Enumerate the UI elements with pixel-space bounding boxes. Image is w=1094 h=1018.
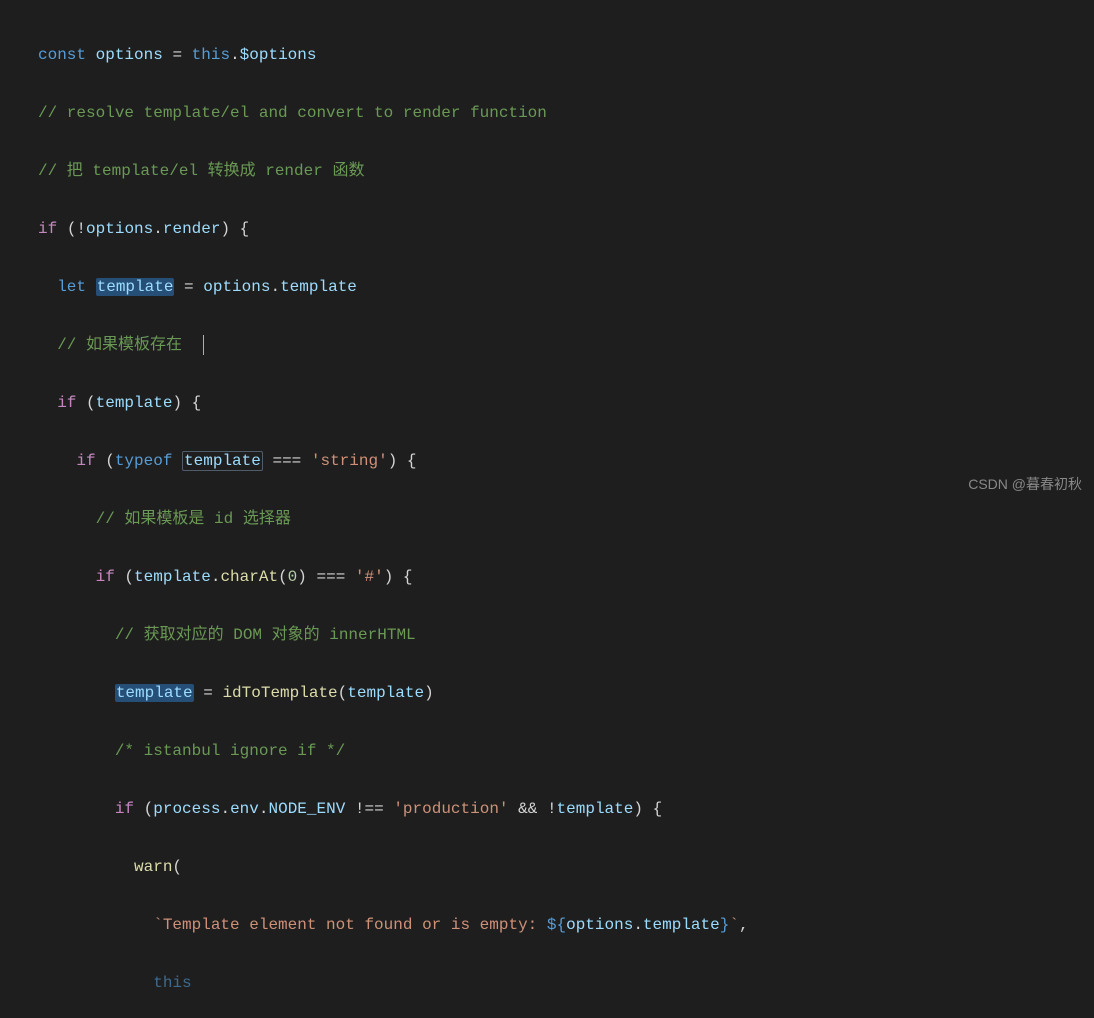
code-line: let template = options.template [38,273,1094,302]
code-line: /* istanbul ignore if */ [38,737,1094,766]
template-string: `Template element not found or is empty: [153,916,547,934]
string-literal: 'production' [393,800,508,818]
code-line: template = idToTemplate(template) [38,679,1094,708]
string-literal: 'string' [311,452,388,470]
highlighted-text: template [115,684,194,702]
keyword-if: if [96,568,115,586]
comment: // 获取对应的 DOM 对象的 innerHTML [115,626,416,644]
comment: // 如果模板存在 [57,336,182,354]
comment: // 把 template/el 转换成 render 函数 [38,162,364,180]
string-literal: '#' [355,568,384,586]
text-cursor [203,335,204,355]
watermark: CSDN @暮春初秋 [968,470,1082,499]
code-line: // 把 template/el 转换成 render 函数 [38,157,1094,186]
code-line: warn( [38,853,1094,882]
code-line: // 如果模板存在 [38,331,1094,360]
keyword-if: if [57,394,76,412]
code-editor[interactable]: const options = this.$options // resolve… [0,0,1094,1018]
keyword-if: if [38,220,57,238]
code-line: if (!options.render) { [38,215,1094,244]
keyword-this: this [192,46,230,64]
code-line: `Template element not found or is empty:… [38,911,1094,940]
code-line: this [38,969,1094,998]
code-line: // 如果模板是 id 选择器 [38,505,1094,534]
comment: // resolve template/el and convert to re… [38,104,547,122]
keyword-let: let [57,278,86,296]
code-line: if (template.charAt(0) === '#') { [38,563,1094,592]
var-options: options [96,46,163,64]
code-line: // 获取对应的 DOM 对象的 innerHTML [38,621,1094,650]
function-call: warn [134,858,172,876]
code-line: // resolve template/el and convert to re… [38,99,1094,128]
comment: /* istanbul ignore if */ [115,742,345,760]
keyword-if: if [76,452,95,470]
function-call: charAt [220,568,278,586]
code-line: if (process.env.NODE_ENV !== 'production… [38,795,1094,824]
highlighted-text: template [182,451,263,471]
keyword-typeof: typeof [115,452,173,470]
code-line: if (typeof template === 'string') { [38,447,1094,476]
number-literal: 0 [288,568,298,586]
keyword-if: if [115,800,134,818]
code-line: if (template) { [38,389,1094,418]
comment: // 如果模板是 id 选择器 [96,510,291,528]
keyword-this: this [153,974,191,992]
code-line: const options = this.$options [38,41,1094,70]
highlighted-text: template [96,278,175,296]
function-call: idToTemplate [222,684,337,702]
keyword-const: const [38,46,86,64]
